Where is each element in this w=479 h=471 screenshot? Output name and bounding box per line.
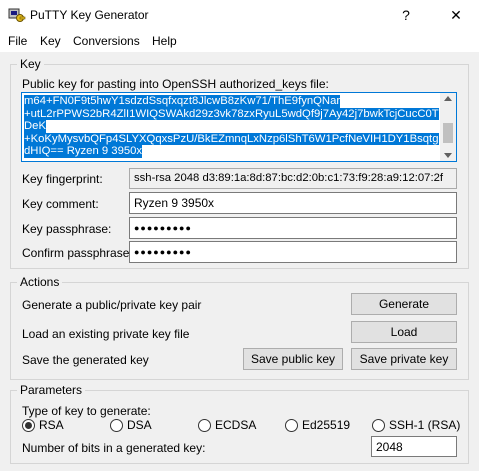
radio-selected-icon [22,418,35,432]
scroll-down-icon[interactable] [444,153,452,158]
public-key-scrollbar[interactable] [440,93,456,161]
radio-dsa[interactable]: DSA [110,418,152,432]
radio-ssh1-rsa[interactable]: SSH-1 (RSA) [372,418,460,432]
radio-ed25519-label: Ed25519 [302,418,351,432]
menu-bar [0,30,479,52]
public-key-label: Public key for pasting into OpenSSH auth… [22,77,329,91]
radio-ecdsa[interactable]: ECDSA [198,418,256,432]
radio-dot [25,421,32,429]
radio-unselected-icon [198,418,211,432]
save-public-key-button[interactable]: Save public key [243,348,343,370]
load-description: Load an existing private key file [22,327,190,341]
close-icon[interactable]: ✕ [433,0,479,30]
bits-field[interactable]: 2048 [371,436,457,457]
radio-ecdsa-label: ECDSA [215,418,257,432]
menu-key[interactable]: Key [40,34,61,48]
help-icon[interactable]: ? [383,0,429,30]
radio-unselected-icon [110,418,123,432]
save-description: Save the generated key [22,353,149,367]
generate-button[interactable]: Generate [351,293,457,315]
comment-label: Key comment: [22,197,99,211]
radio-ssh1-rsa-label: SSH-1 (RSA) [389,418,461,432]
public-key-line: +KoKyMysvbQFp4SLYXQqxsPzU/BkEZmnqLxNzp6l… [24,132,439,146]
public-key-line: m64+FN0F9t5hwY1sdzdSsqfxqzt8JlcwB8zKw71/… [24,95,341,108]
radio-unselected-icon [372,418,385,432]
public-key-line: DeK [24,120,46,133]
scroll-thumb[interactable] [443,123,453,143]
menu-help[interactable]: Help [152,34,177,48]
confirm-passphrase-label: Confirm passphrase: [22,246,133,260]
passphrase-label: Key passphrase: [22,222,112,236]
key-group-label: Key [17,57,44,71]
public-key-textarea[interactable]: m64+FN0F9t5hwY1sdzdSsqfxqzt8JlcwB8zKw71/… [21,92,457,162]
radio-unselected-icon [285,418,298,432]
key-type-label: Type of key to generate: [22,404,151,418]
passphrase-field[interactable]: ●●●●●●●●● [129,217,457,239]
menu-file[interactable]: File [8,34,27,48]
scroll-up-icon[interactable] [444,96,452,101]
menu-conversions[interactable]: Conversions [73,34,140,48]
comment-field[interactable]: Ryzen 9 3950x [129,192,457,214]
public-key-text: m64+FN0F9t5hwY1sdzdSsqfxqzt8JlcwB8zKw71/… [24,95,439,159]
fingerprint-label: Key fingerprint: [22,172,103,186]
fingerprint-field[interactable]: ssh-rsa 2048 d3:89:1a:8d:87:bc:d2:0b:c1:… [129,168,457,189]
putty-key-icon [8,7,26,23]
window-title: PuTTY Key Generator [30,8,149,22]
load-button[interactable]: Load [351,321,457,343]
radio-ed25519[interactable]: Ed25519 [285,418,350,432]
generate-description: Generate a public/private key pair [22,298,202,312]
save-private-key-button[interactable]: Save private key [351,348,457,370]
radio-rsa[interactable]: RSA [22,418,64,432]
actions-group-label: Actions [17,275,63,289]
bits-label: Number of bits in a generated key: [22,441,206,455]
radio-rsa-label: RSA [39,418,64,432]
public-key-line: dHIQ== Ryzen 9 3950x [24,145,143,158]
radio-dsa-label: DSA [127,418,152,432]
public-key-line: +utL2rPPWS2bR4ZlI1WIQSWAkd29z3vk78zxRyuL… [24,107,439,121]
confirm-passphrase-field[interactable]: ●●●●●●●●● [129,241,457,263]
parameters-group-label: Parameters [17,383,86,397]
